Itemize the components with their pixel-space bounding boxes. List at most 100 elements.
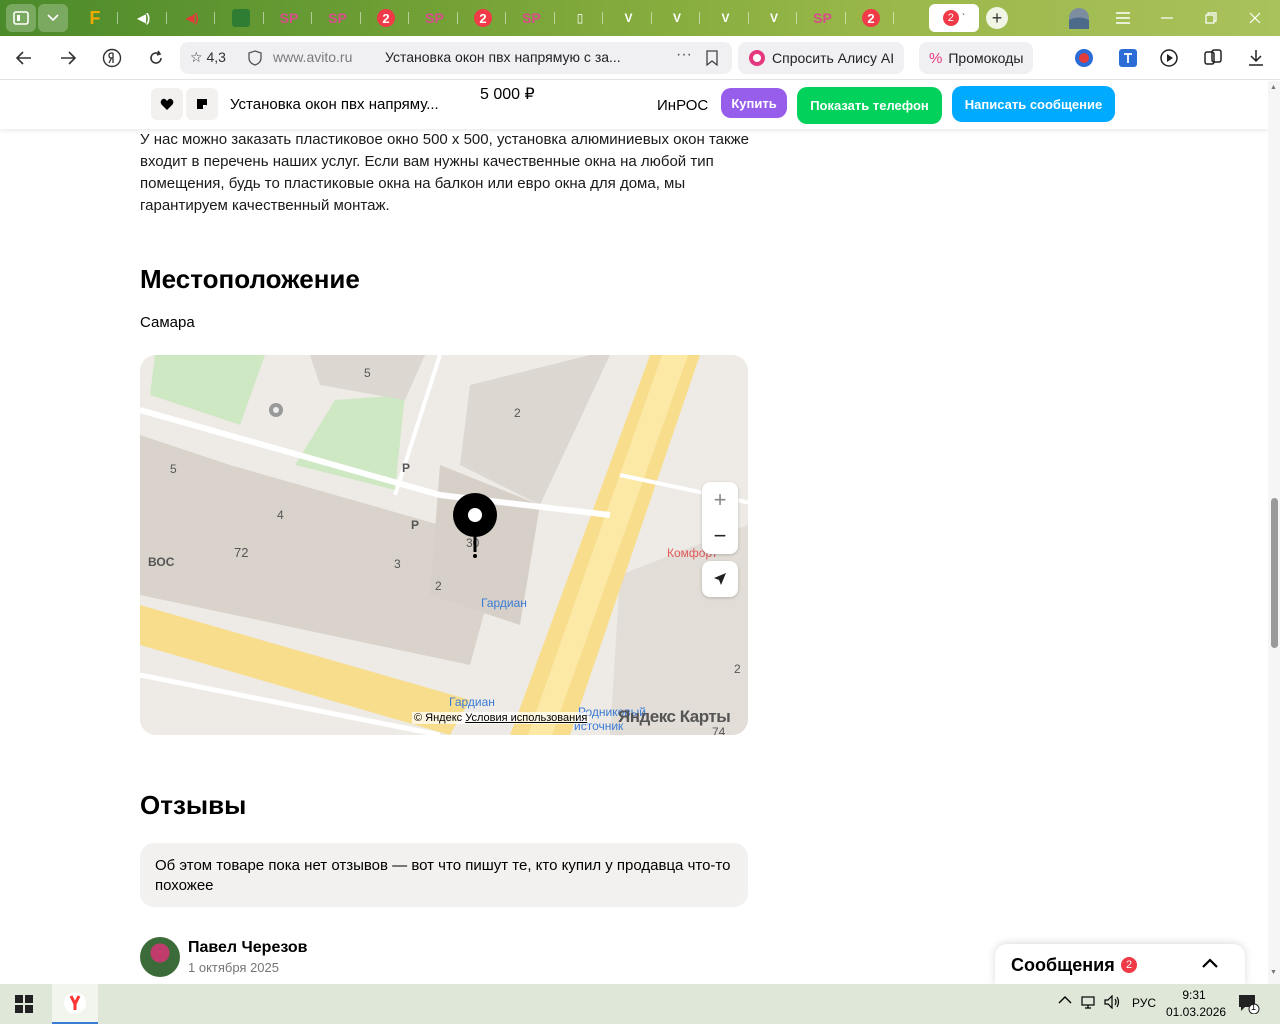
tab-separator [553, 12, 555, 24]
entrance-label: 2 [435, 579, 442, 593]
messages-widget[interactable]: Сообщения 2 [995, 944, 1245, 986]
input-language[interactable]: РУС [1132, 996, 1156, 1010]
zoom-in-button[interactable]: + [702, 482, 738, 518]
browser-tab[interactable]: ◀) [121, 4, 167, 32]
address-bar[interactable]: ☆ 4,3 www.avito.ru Установка окон пвх на… [180, 42, 732, 74]
extension-globe-icon[interactable] [1073, 47, 1095, 69]
browser-tab[interactable]: SP [315, 4, 361, 32]
reload-button[interactable] [142, 44, 170, 72]
scroll-up-arrow[interactable]: ▲ [1270, 84, 1278, 92]
back-button[interactable] [10, 44, 38, 72]
start-button[interactable] [0, 984, 48, 1024]
extension-translate-icon[interactable] [1117, 47, 1139, 69]
collections-icon[interactable] [1202, 47, 1224, 69]
plus-icon: + [991, 7, 1003, 28]
arrow-left-icon [16, 51, 31, 65]
volume-icon[interactable] [1104, 994, 1122, 1012]
browser-tab[interactable]: SP [800, 4, 846, 32]
v-icon: V [672, 11, 681, 25]
arrow-right-icon [61, 51, 76, 65]
bookmark-icon[interactable] [706, 50, 718, 66]
write-message-button[interactable]: Написать сообщение [952, 86, 1115, 122]
seller-name[interactable]: ИнРОС [657, 97, 708, 114]
scroll-down-arrow[interactable]: ▼ [1270, 969, 1278, 977]
map-terms-link[interactable]: Условия использования [465, 712, 587, 724]
new-tab-button[interactable]: + [986, 7, 1008, 29]
poi-label[interactable]: Гардиан [449, 695, 495, 709]
system-clock[interactable]: 9:31 01.03.2026 [1166, 987, 1226, 1021]
browser-tab[interactable]: SP [266, 4, 312, 32]
location-map[interactable]: 5 2 5 4 3 2 2 72 30 74 P P ВОС Гардиан Г… [140, 355, 748, 735]
browser-tab[interactable]: ▯ [557, 4, 603, 32]
sp-icon: SP [813, 10, 832, 26]
yandex-button[interactable] [98, 44, 126, 72]
browser-tab[interactable]: V [751, 4, 797, 32]
reviewer-name[interactable]: Павел Черезов [188, 939, 308, 957]
buy-button[interactable]: Купить [721, 88, 787, 118]
more-icon[interactable]: ··· [676, 46, 692, 64]
browser-tab[interactable]: SP [412, 4, 458, 32]
minimize-icon[interactable] [1152, 6, 1182, 30]
restore-icon[interactable] [1196, 6, 1226, 30]
chevron-down-icon[interactable] [38, 4, 68, 32]
profile-icon[interactable] [1064, 6, 1094, 30]
geolocation-button[interactable] [702, 561, 738, 597]
window-icon[interactable] [6, 4, 36, 32]
tab-active[interactable]: 2 ˋ [929, 4, 979, 32]
poi-label[interactable]: Гардиан [481, 596, 527, 610]
note-button[interactable] [186, 88, 218, 120]
extension-play-icon[interactable] [1159, 47, 1181, 69]
browser-tab[interactable]: SP [509, 4, 555, 32]
tab-separator [796, 12, 797, 24]
browser-tab[interactable]: 2 [460, 4, 506, 32]
tab-separator [311, 12, 312, 24]
v-icon: V [624, 11, 633, 25]
notification-badge-icon: 2 [474, 9, 492, 27]
download-icon[interactable] [1245, 47, 1267, 69]
network-icon[interactable] [1081, 995, 1097, 1012]
menu-icon[interactable] [1108, 6, 1138, 30]
sound-muted-icon: ◀) [185, 11, 199, 25]
tab-separator [456, 12, 458, 24]
notification-badge-icon: 2 [377, 9, 395, 27]
reload-icon [150, 50, 162, 64]
promocodes-button[interactable]: % Промокоды [919, 42, 1034, 74]
show-phone-button[interactable]: Показать телефон [797, 87, 942, 124]
browser-tab[interactable]: V [703, 4, 749, 32]
favorite-button[interactable] [151, 88, 183, 120]
ask-alice-button[interactable]: Спросить Алису AI [738, 42, 905, 74]
chevron-up-icon[interactable] [1058, 994, 1072, 1008]
tab-active-close-icon[interactable]: ˋ [962, 13, 965, 24]
browser-tab[interactable] [218, 4, 264, 32]
browser-tab[interactable]: V [606, 4, 652, 32]
forward-button[interactable] [54, 44, 82, 72]
green-square-icon [231, 9, 250, 27]
browser-tab[interactable]: ◀) [169, 4, 215, 32]
document-icon: ▯ [576, 11, 584, 25]
close-icon[interactable] [1240, 6, 1270, 30]
tab-separator [844, 12, 846, 24]
notifications-icon[interactable]: 1 [1238, 994, 1260, 1017]
house-number: 72 [234, 545, 249, 560]
tab-separator [699, 12, 700, 24]
heart-icon [160, 98, 174, 110]
yandex-maps-logo[interactable]: Яндекс Карты [618, 707, 731, 727]
map-copyright: © Яндекс [414, 712, 463, 724]
shield-icon[interactable] [248, 50, 262, 66]
taskbar-yandex-browser[interactable] [52, 984, 98, 1024]
browser-tab[interactable]: 2 [363, 4, 409, 32]
zoom-out-button[interactable]: − [702, 518, 738, 554]
site-rating[interactable]: ☆ 4,3 [190, 49, 226, 66]
chevron-up-icon[interactable] [1199, 952, 1221, 974]
entrance-label: 4 [277, 508, 284, 522]
tab-separator [359, 12, 361, 24]
entrance-label: 5 [170, 462, 177, 476]
item-title: Установка окон пвх напряму... [230, 96, 439, 113]
browser-tab[interactable]: 2 [848, 4, 894, 32]
browser-tab[interactable]: F [72, 4, 118, 32]
browser-tab[interactable]: V [654, 4, 700, 32]
scrollbar-thumb[interactable] [1271, 498, 1278, 648]
zoom-controls: + − [702, 482, 738, 554]
page-scrollbar[interactable]: ▲ ▼ [1268, 81, 1280, 984]
avatar[interactable] [140, 937, 180, 977]
